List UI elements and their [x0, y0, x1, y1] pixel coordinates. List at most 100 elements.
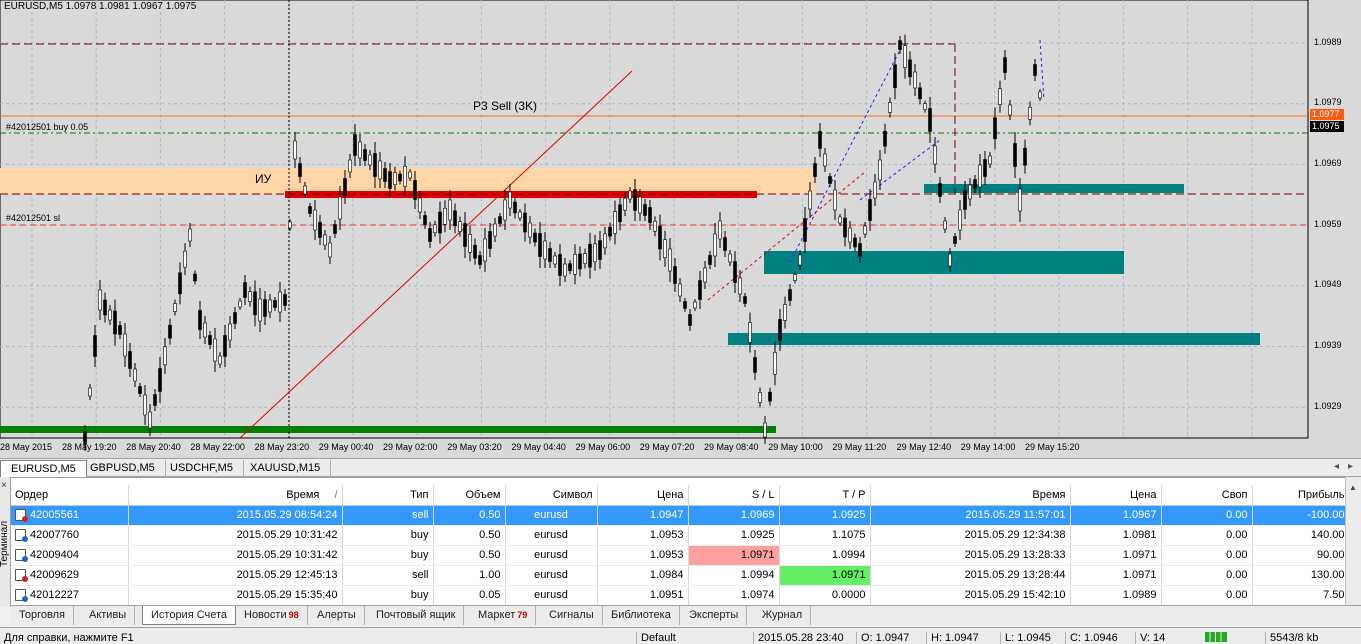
chart-tab-gbpusd[interactable]: GBPUSD,M5: [80, 460, 166, 477]
candle-body: [738, 277, 742, 295]
table-row[interactable]: 42007760 2015.05.29 10:31:42 buy 0.50 eu…: [11, 525, 1350, 546]
time-axis-label: 28 May 23:20: [254, 442, 310, 452]
price-chart[interactable]: EURUSD,M5 1.0978 1.0981 1.0967 1.0975 #4…: [0, 0, 1361, 458]
trade-arrow-line-4: [1039, 39, 1045, 101]
table-row[interactable]: 42009629 2015.05.29 12:45:13 sell 1.00 e…: [11, 565, 1350, 586]
candle-body: [668, 248, 672, 272]
column-header-order[interactable]: Ордер: [11, 485, 129, 506]
candle-body: [988, 155, 992, 165]
candle-body: [768, 391, 772, 402]
volume-cell: 1.00: [433, 565, 506, 586]
zone-label: ИУ: [255, 172, 272, 186]
tab-account-history[interactable]: История Счета: [142, 606, 237, 625]
column-header-volume[interactable]: Объем: [433, 485, 506, 506]
tab-experts[interactable]: Эксперты: [681, 606, 748, 625]
chart-tab-usdchf[interactable]: USDCHF,M5: [160, 460, 244, 477]
candle-body: [368, 154, 372, 166]
symbol-cell: eurusd: [505, 505, 598, 526]
candle-body: [573, 253, 577, 275]
tab-journal[interactable]: Журнал: [754, 606, 812, 625]
status-profile[interactable]: Default: [636, 632, 676, 644]
candle-body: [108, 309, 112, 321]
chart-window-tabs: EURUSD,M5 GBPUSD,M5 USDCHF,M5 XAUUSD,M15…: [0, 458, 1361, 477]
tab-market[interactable]: Маркет 79: [470, 606, 537, 625]
column-header-time[interactable]: Время /: [128, 485, 343, 506]
column-header-sl[interactable]: S / L: [688, 485, 780, 506]
close-price-cell: 1.0981: [1070, 525, 1162, 546]
tab-trade[interactable]: Торговля: [11, 606, 74, 625]
candle-body: [173, 303, 177, 312]
candle-body: [503, 199, 507, 221]
candle-body: [968, 184, 972, 200]
terminal-side-label: Терминал: [0, 520, 10, 567]
candle-body: [828, 176, 832, 184]
candle-body: [398, 173, 402, 182]
tab-alerts[interactable]: Алерты: [309, 606, 365, 625]
close-time-cell: 2015.05.29 13:28:44: [870, 565, 1071, 586]
candle-body: [168, 324, 172, 339]
time-axis-label: 29 May 10:00: [768, 442, 823, 452]
news-count-badge: 98: [288, 610, 299, 620]
tab-scroll-left-icon[interactable]: ◂: [1334, 461, 1339, 472]
candle-body: [433, 224, 437, 234]
candle-body: [513, 201, 517, 214]
candle-body: [723, 237, 727, 251]
price-axis-label: 1.0929: [1314, 401, 1342, 411]
candle-body: [143, 394, 147, 416]
column-header-tp[interactable]: T / P: [779, 485, 871, 506]
candle-body: [323, 234, 327, 246]
tab-assets[interactable]: Активы: [81, 606, 136, 625]
tab-signals[interactable]: Сигналы: [541, 606, 603, 625]
scroll-up-icon[interactable]: ▲: [1349, 483, 1357, 492]
candle-body: [468, 234, 472, 253]
candle-body: [273, 300, 277, 308]
column-header-type[interactable]: Тип: [342, 485, 434, 506]
terminal-scrollbar[interactable]: ▲: [1345, 477, 1361, 605]
chart-tab-xauusd[interactable]: XAUUSD,M15: [240, 460, 332, 477]
candle-body: [693, 301, 697, 309]
time-axis-label: 29 May 12:40: [896, 442, 952, 452]
swap-cell: 0.00: [1161, 505, 1253, 526]
column-header-price[interactable]: Цена: [597, 485, 689, 506]
profit-cell: 7.50: [1252, 585, 1350, 606]
chart-canvas[interactable]: [0, 0, 1361, 458]
close-icon[interactable]: ×: [1, 480, 7, 491]
column-header-close-time[interactable]: Время: [870, 485, 1071, 506]
terminal-window: EURUSD,M5 1.0978 1.0981 1.0967 1.0975 #4…: [0, 0, 1361, 644]
column-header-swap[interactable]: Своп: [1161, 485, 1253, 506]
candle-body: [728, 253, 732, 263]
candle-body: [243, 282, 247, 298]
table-row[interactable]: 42005561 2015.05.29 08:54:24 sell 0.50 e…: [11, 505, 1350, 526]
time-axis-label: 29 May 11:20: [832, 442, 887, 452]
teal-zone-3: [728, 333, 1260, 345]
status-traffic: 5543/8 kb: [1265, 632, 1318, 644]
table-row[interactable]: 42009404 2015.05.29 10:31:42 buy 0.50 eu…: [11, 545, 1350, 566]
candle-body: [328, 242, 332, 258]
tab-mailbox[interactable]: Почтовый ящик: [368, 606, 465, 625]
p3-sell-label: P3 Sell (3K): [473, 99, 538, 113]
chart-tab-eurusd[interactable]: EURUSD,M5: [0, 460, 87, 477]
candle-body: [418, 197, 422, 213]
column-header-symbol[interactable]: Символ: [505, 485, 598, 506]
candle-body: [578, 253, 582, 270]
table-row[interactable]: 42012227 2015.05.29 15:35:40 buy 0.05 eu…: [11, 585, 1350, 606]
column-header-profit[interactable]: Прибыль: [1252, 485, 1350, 506]
candle-body: [1038, 91, 1042, 99]
tab-library[interactable]: Библиотека: [603, 606, 680, 625]
tab-scroll-right-icon[interactable]: ▸: [1348, 461, 1353, 472]
candle-body: [318, 222, 322, 238]
symbol-cell: eurusd: [505, 545, 598, 566]
column-header-close-price[interactable]: Цена: [1070, 485, 1162, 506]
candle-body: [538, 233, 542, 257]
tab-news[interactable]: Новости 98: [236, 606, 308, 625]
sl-cell: 1.0969: [688, 505, 780, 526]
candle-body: [808, 190, 812, 210]
tab-label: Новости: [244, 609, 287, 621]
volume-cell: 0.50: [433, 525, 506, 546]
candle-body: [138, 386, 142, 394]
price-cell: 1.0947: [597, 505, 689, 526]
tp-cell: 1.0971: [779, 565, 871, 586]
candle-body: [498, 216, 502, 224]
candle-body: [648, 207, 652, 223]
current-bid-tag: 1.0975: [1310, 121, 1344, 132]
